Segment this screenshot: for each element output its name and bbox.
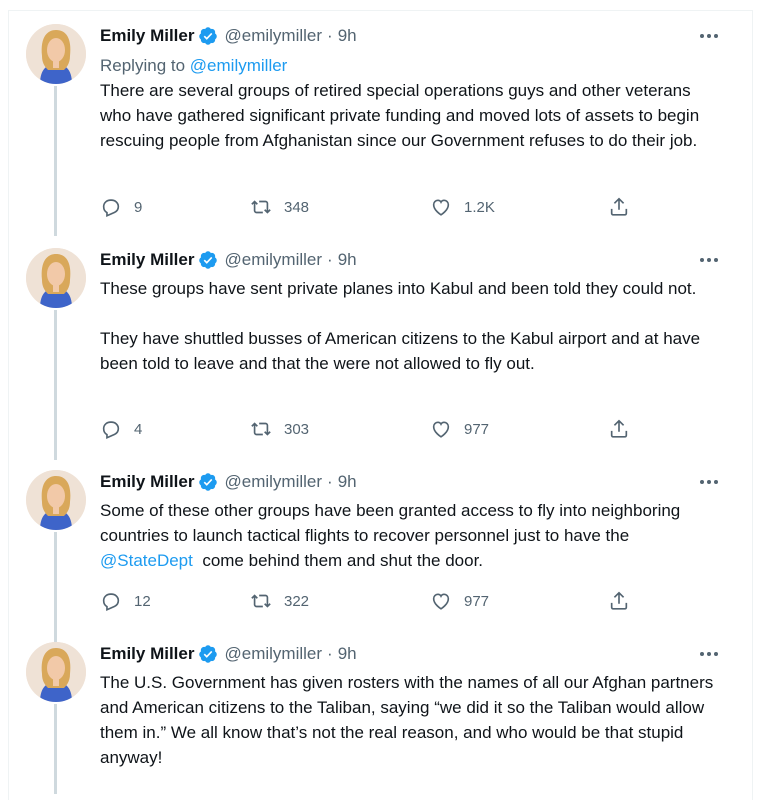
share-icon — [610, 591, 628, 610]
more-options-icon[interactable] — [698, 646, 720, 662]
retweet-button[interactable]: 322 — [250, 590, 309, 612]
retweet-icon — [251, 594, 271, 608]
author-handle[interactable]: @emilymiller — [224, 250, 322, 270]
thread-line — [54, 532, 57, 642]
more-options-icon[interactable] — [698, 28, 720, 44]
separator: · — [327, 26, 333, 45]
thread-line — [54, 704, 57, 794]
retweet-count: 322 — [284, 592, 310, 610]
avatar[interactable] — [26, 642, 86, 702]
reply-icon — [102, 421, 120, 439]
replying-to-mention[interactable]: @emilymiller — [190, 56, 288, 75]
reply-button[interactable]: 12 — [100, 590, 151, 612]
tweet-text: The U.S. Government has given rosters wi… — [100, 673, 718, 767]
author-name[interactable]: Emily Miller — [100, 472, 194, 492]
tweet-text: There are several groups of retired spec… — [100, 81, 704, 150]
author-name[interactable]: Emily Miller — [100, 250, 194, 270]
tweet-text: These groups have sent private planes in… — [100, 279, 701, 373]
retweet-button[interactable]: 348 — [250, 196, 309, 218]
share-button[interactable] — [608, 196, 642, 218]
reply-count: 12 — [134, 592, 151, 610]
separator: · — [327, 250, 333, 269]
retweet-count: 348 — [284, 198, 310, 216]
like-button[interactable]: 977 — [430, 590, 489, 612]
tweet-text: Some of these other groups have been gra… — [100, 498, 720, 573]
author-handle[interactable]: @emilymiller — [224, 26, 322, 46]
tweet[interactable]: Emily Miller @emilymiller · 9h These gro… — [8, 248, 753, 460]
like-button[interactable]: 1.2K — [430, 196, 495, 218]
reply-count: 4 — [134, 420, 143, 438]
heart-icon — [432, 421, 450, 438]
verified-badge-icon — [199, 473, 218, 491]
author-name[interactable]: Emily Miller — [100, 26, 194, 46]
more-options-icon[interactable] — [698, 474, 720, 490]
tweet[interactable]: Emily Miller @emilymiller · 9h The U.S. … — [8, 642, 753, 794]
author-name[interactable]: Emily Miller — [100, 644, 194, 664]
share-button[interactable] — [608, 590, 642, 612]
tweet[interactable]: Emily Miller @emilymiller · 9h Replying … — [8, 24, 753, 236]
author-handle[interactable]: @emilymiller — [224, 472, 322, 492]
thread-line — [54, 310, 57, 460]
timestamp[interactable]: 9h — [338, 250, 357, 270]
replying-prefix: Replying to — [100, 56, 186, 75]
heart-icon — [432, 199, 450, 216]
retweet-icon — [251, 422, 271, 436]
avatar[interactable] — [26, 248, 86, 308]
thread-line — [54, 86, 57, 236]
separator: · — [327, 472, 333, 491]
timestamp[interactable]: 9h — [338, 26, 357, 46]
verified-badge-icon — [199, 27, 218, 45]
reply-button[interactable]: 9 — [100, 196, 142, 218]
reply-count: 9 — [134, 198, 143, 216]
author-handle[interactable]: @emilymiller — [224, 644, 322, 664]
heart-icon — [432, 593, 450, 610]
retweet-count: 303 — [284, 420, 310, 438]
statedept-mention[interactable]: @StateDept — [100, 551, 193, 570]
avatar[interactable] — [26, 24, 86, 84]
timestamp[interactable]: 9h — [338, 644, 357, 664]
more-options-icon[interactable] — [698, 252, 720, 268]
tweet[interactable]: Emily Miller @emilymiller · 9h Some of t… — [8, 470, 753, 642]
reply-icon — [102, 593, 120, 611]
separator: · — [327, 644, 333, 663]
replying-to: Replying to @emilymiller — [100, 54, 720, 78]
share-icon — [610, 419, 628, 438]
reply-icon — [102, 199, 120, 217]
timestamp[interactable]: 9h — [338, 472, 357, 492]
like-button[interactable]: 977 — [430, 418, 489, 440]
verified-badge-icon — [199, 251, 218, 269]
like-count: 1.2K — [464, 198, 495, 216]
share-button[interactable] — [608, 418, 642, 440]
like-count: 977 — [464, 420, 490, 438]
reply-button[interactable]: 4 — [100, 418, 142, 440]
tweet-text-part: Some of these other groups have been gra… — [100, 501, 686, 545]
verified-badge-icon — [199, 645, 218, 663]
retweet-button[interactable]: 303 — [250, 418, 309, 440]
avatar[interactable] — [26, 470, 86, 530]
like-count: 977 — [464, 592, 490, 610]
tweet-text-part: come behind them and shut the door. — [192, 551, 484, 570]
share-icon — [610, 197, 628, 216]
retweet-icon — [251, 200, 271, 214]
